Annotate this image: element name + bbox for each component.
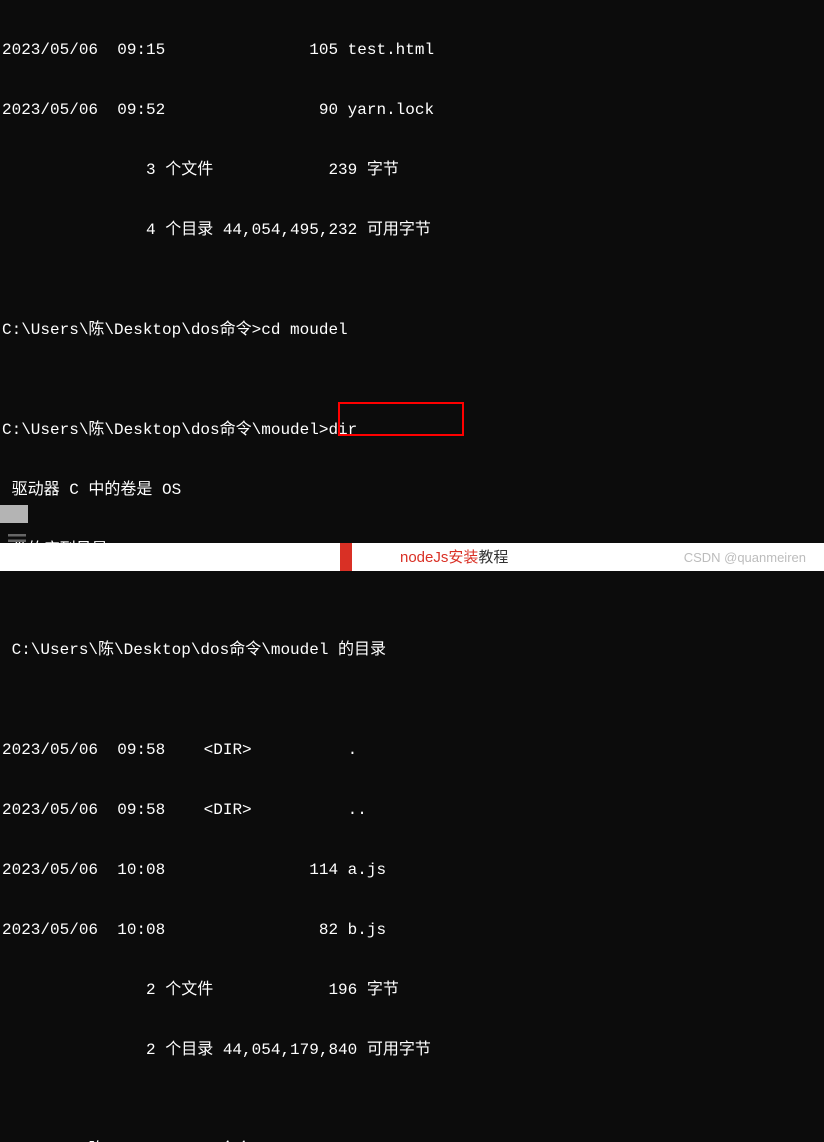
terminal-line: C:\Users\陈\Desktop\dos命令>cd moudel: [2, 320, 822, 340]
tutorial-text-black: 教程: [478, 549, 508, 566]
terminal-line: 4 个目录 44,054,495,232 可用字节: [2, 220, 822, 240]
terminal-line: 2023/05/06 10:08 82 b.js: [2, 920, 822, 940]
terminal-line: C:\Users\陈\Desktop\dos命令\moudel>node b.j…: [2, 1140, 822, 1142]
tutorial-text-red: nodeJs安装: [400, 549, 478, 566]
terminal-line: C:\Users\陈\Desktop\dos命令\moudel>dir: [2, 420, 822, 440]
terminal-line: 2 个文件 196 字节: [2, 980, 822, 1000]
bottom-bar-accent: [340, 543, 352, 571]
sidebar-indicator: [0, 505, 28, 523]
terminal-line: 2 个目录 44,054,179,840 可用字节: [2, 1040, 822, 1060]
watermark: CSDN @quanmeiren: [684, 550, 806, 565]
terminal-line: 2023/05/06 09:52 90 yarn.lock: [2, 100, 822, 120]
terminal-line: C:\Users\陈\Desktop\dos命令\moudel 的目录: [2, 640, 822, 660]
terminal-line: 2023/05/06 10:08 114 a.js: [2, 860, 822, 880]
terminal-line: 2023/05/06 09:58 <DIR> .: [2, 740, 822, 760]
tutorial-link[interactable]: nodeJs安装教程: [400, 546, 508, 567]
terminal-line: 2023/05/06 09:58 <DIR> ..: [2, 800, 822, 820]
terminal-window[interactable]: 2023/05/06 09:15 105 test.html 2023/05/0…: [0, 0, 824, 1142]
terminal-line: 驱动器 C 中的卷是 OS: [2, 480, 822, 500]
terminal-line: 3 个文件 239 字节: [2, 160, 822, 180]
terminal-line: 2023/05/06 09:15 105 test.html: [2, 40, 822, 60]
